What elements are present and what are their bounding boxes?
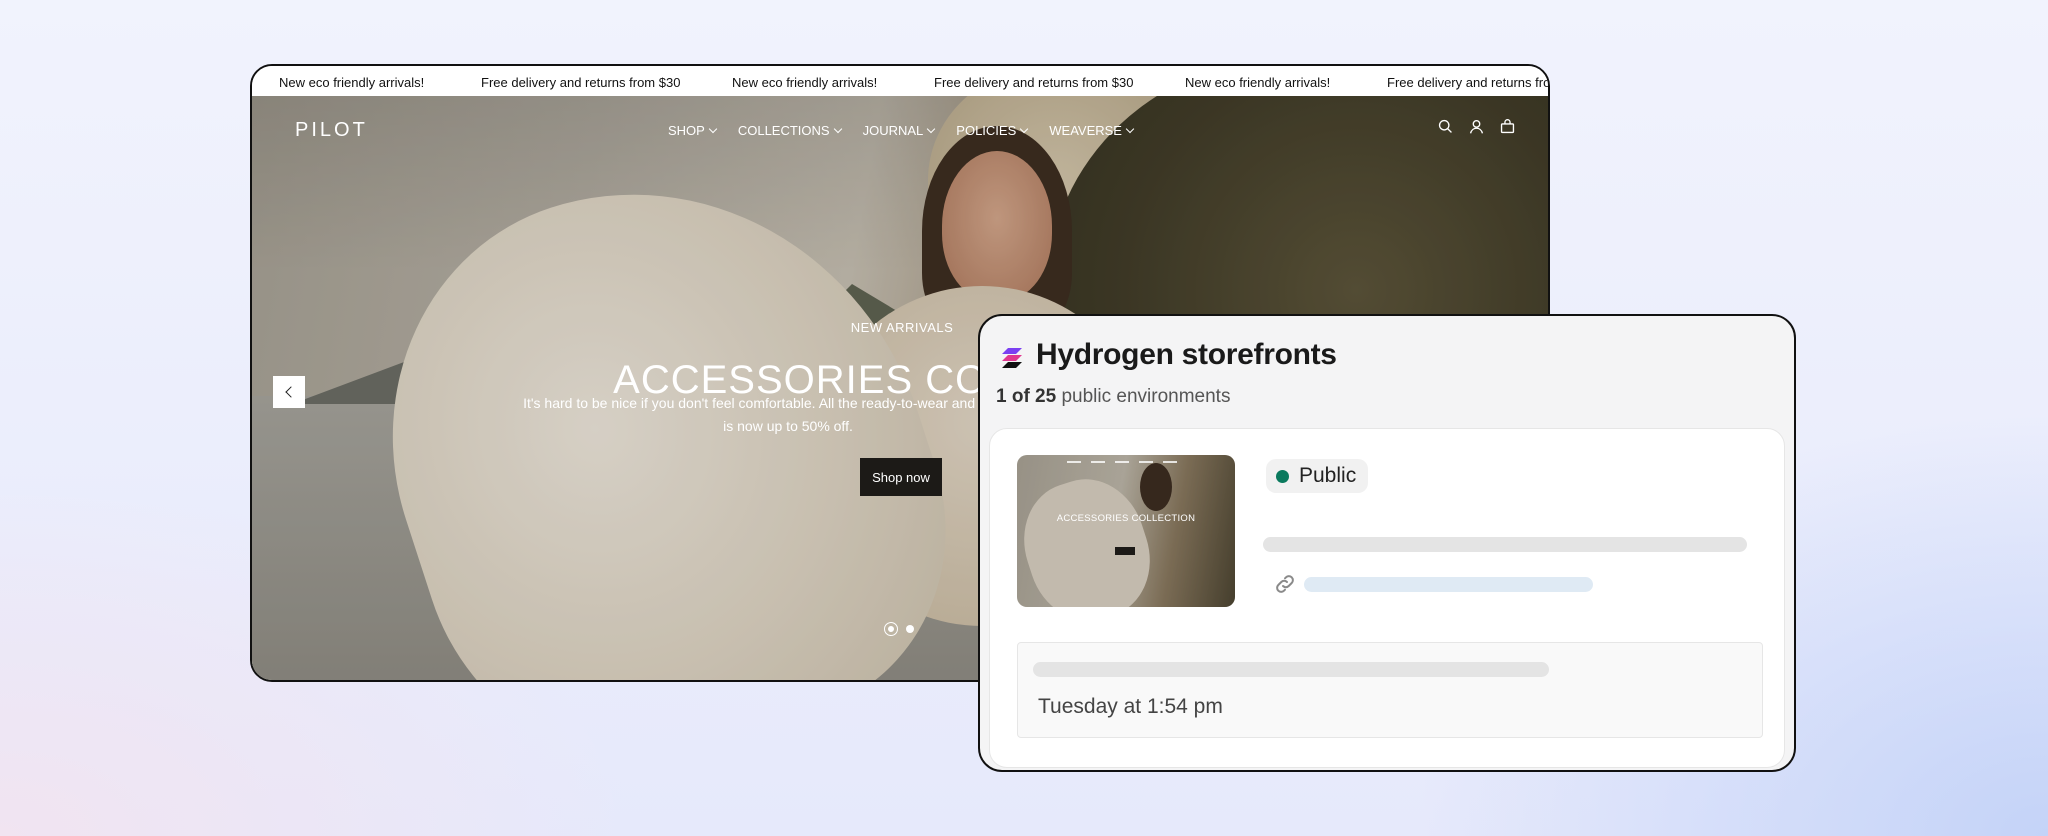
ticker-item: New eco friendly arrivals!	[1185, 75, 1331, 90]
carousel-prev-button[interactable]	[273, 376, 305, 408]
chevron-down-icon	[708, 124, 718, 133]
chevron-down-icon	[833, 124, 842, 133]
status-badge: Public	[1266, 459, 1369, 493]
menu-item-journal[interactable]: JOURNAL	[862, 123, 936, 138]
hydrogen-logo-icon	[1002, 348, 1022, 368]
carousel-dot-active[interactable]	[884, 622, 898, 636]
account-icon[interactable]	[1468, 118, 1485, 135]
deployment-detail: Tuesday at 1:54 pm	[1017, 642, 1763, 738]
menu-item-policies[interactable]: POLICIES	[956, 123, 1029, 138]
menu-item-shop[interactable]: SHOP	[668, 123, 718, 138]
card-title: Hydrogen storefronts	[1036, 338, 1337, 371]
storefront-entry[interactable]: ACCESSORIES COLLECTION Public Tuesday at…	[989, 428, 1785, 768]
hydrogen-storefronts-card: Hydrogen storefronts 1 of 25 public envi…	[978, 314, 1796, 772]
environment-count-suffix: public environments	[1061, 386, 1231, 407]
menu-item-label: WEAVERSE	[1049, 123, 1122, 138]
shop-now-button[interactable]: Shop now	[860, 458, 942, 496]
loading-placeholder	[1033, 662, 1549, 677]
url-placeholder[interactable]	[1304, 577, 1593, 592]
status-label: Public	[1299, 464, 1357, 487]
menu-item-label: JOURNAL	[862, 123, 924, 138]
menu-item-label: COLLECTIONS	[737, 123, 830, 138]
main-menu: SHOP COLLECTIONS JOURNAL POLICIES WEAVER…	[668, 123, 1135, 138]
menu-item-weaverse[interactable]: WEAVERSE	[1049, 123, 1135, 138]
menu-item-collections[interactable]: COLLECTIONS	[737, 123, 842, 138]
ticker-item: Free delivery and returns from $30	[481, 75, 681, 90]
carousel-dot[interactable]	[906, 625, 914, 633]
cart-icon[interactable]	[1499, 118, 1516, 135]
header-icons	[1437, 118, 1516, 135]
status-dot-icon	[1276, 469, 1289, 483]
ticker-item: Free delivery and returns from	[1387, 75, 1550, 90]
environment-count-current: 1 of 25	[996, 386, 1057, 407]
storefront-thumbnail[interactable]: ACCESSORIES COLLECTION	[1017, 455, 1235, 607]
ticker-item: New eco friendly arrivals!	[279, 75, 425, 90]
link-icon	[1276, 575, 1294, 593]
site-header: PILOT SHOP COLLECTIONS JOURNAL POLICIES …	[252, 96, 1548, 156]
carousel-dots	[884, 622, 914, 636]
menu-item-label: SHOP	[668, 123, 705, 138]
search-icon[interactable]	[1437, 118, 1454, 135]
thumbnail-headline: ACCESSORIES COLLECTION	[1056, 513, 1196, 524]
announcement-ticker: New eco friendly arrivals! Free delivery…	[252, 66, 1548, 96]
menu-item-label: POLICIES	[956, 123, 1017, 138]
store-logo[interactable]: PILOT	[295, 119, 368, 142]
ticker-item: Free delivery and returns from $30	[934, 75, 1134, 90]
environment-count: 1 of 25 public environments	[996, 386, 1230, 408]
chevron-down-icon	[1020, 124, 1029, 133]
hero-subtext: It's hard to be nice if you don't feel c…	[523, 395, 1053, 434]
chevron-down-icon	[927, 124, 936, 133]
loading-placeholder	[1263, 537, 1747, 552]
ticker-item: New eco friendly arrivals!	[732, 75, 878, 90]
last-updated: Tuesday at 1:54 pm	[1038, 695, 1223, 718]
chevron-down-icon	[1125, 124, 1135, 133]
chevron-left-icon	[284, 386, 297, 398]
